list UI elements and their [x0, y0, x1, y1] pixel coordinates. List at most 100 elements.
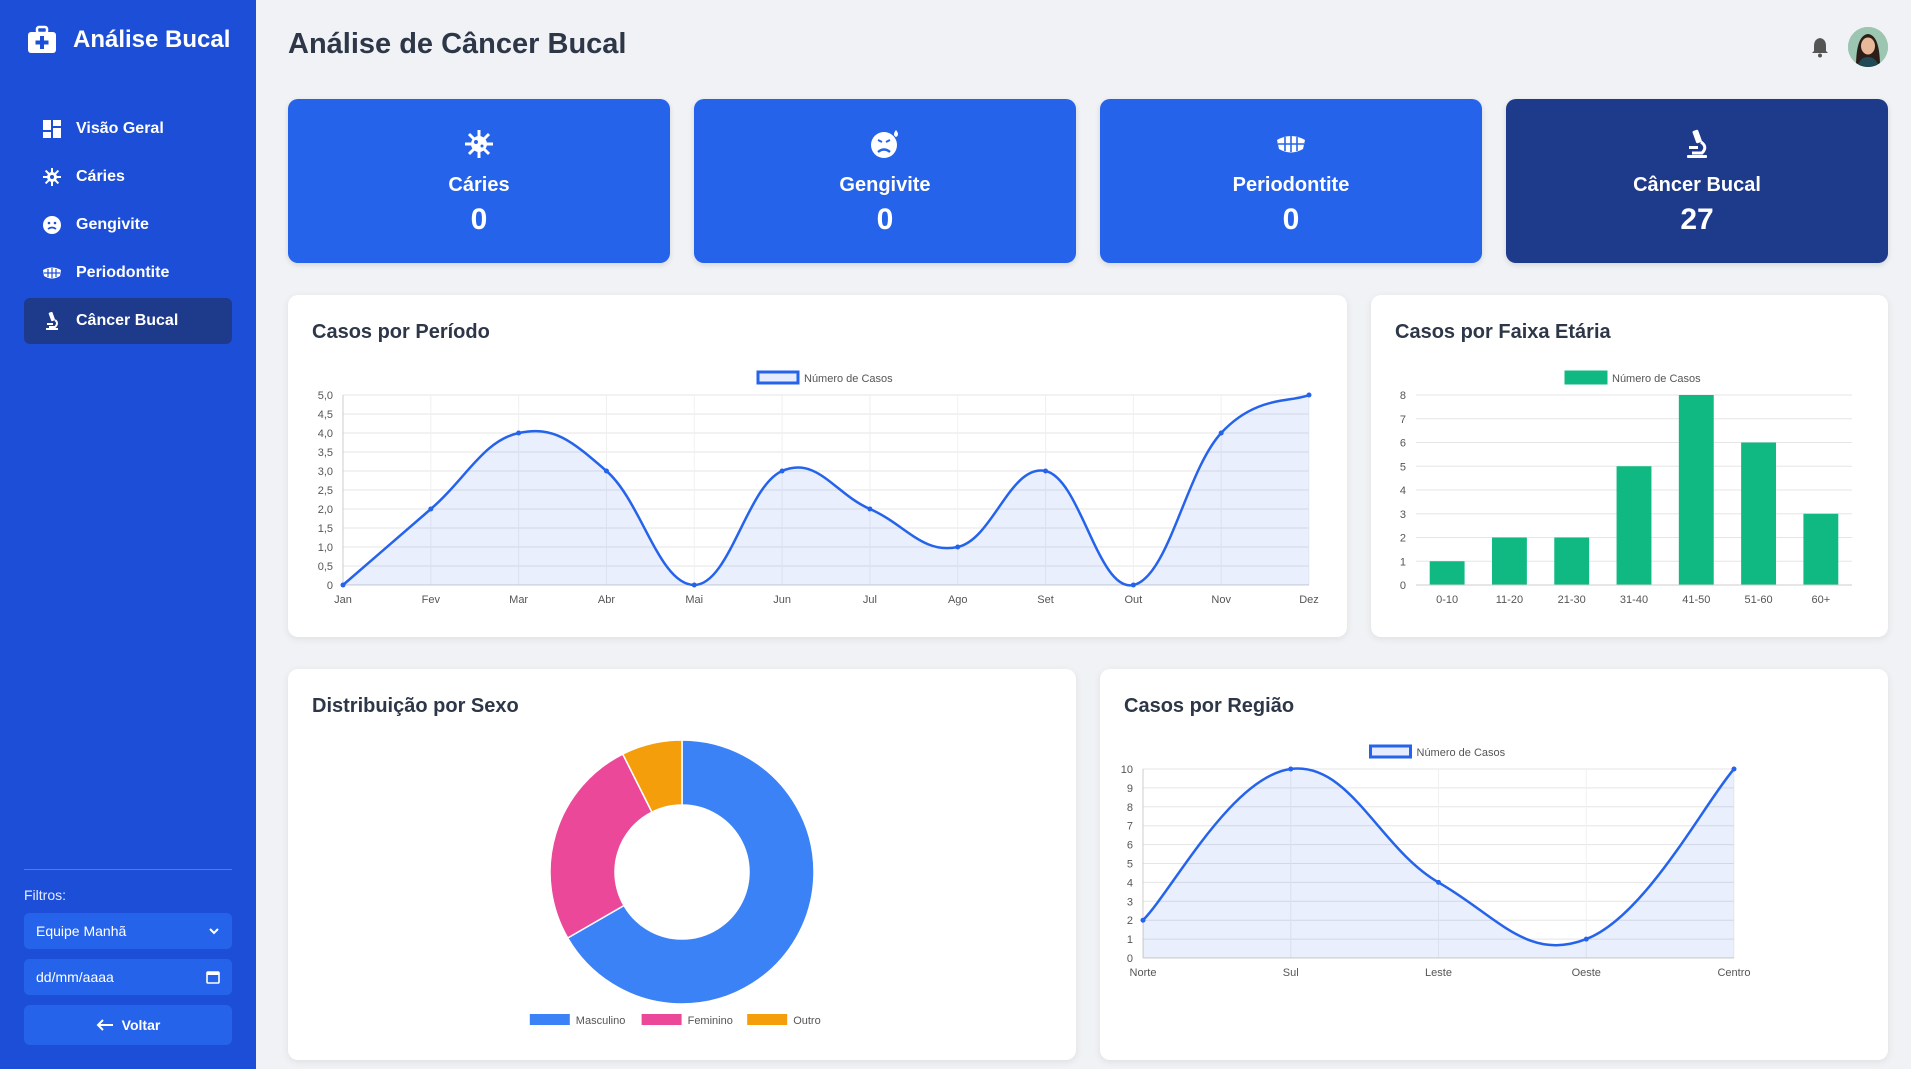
y-tick-label: 6 [1127, 840, 1133, 852]
y-tick-label: 6 [1400, 438, 1406, 450]
bar [1491, 537, 1527, 585]
y-tick-label: 4,0 [318, 428, 333, 440]
arrow-left-icon [96, 1019, 113, 1031]
y-tick-label: 0 [1400, 580, 1406, 592]
sad-face-icon [871, 130, 898, 158]
x-tick-label: Jul [863, 594, 877, 606]
data-point [867, 506, 873, 512]
y-tick-label: 1 [1400, 556, 1406, 568]
x-tick-label: 21-30 [1558, 594, 1586, 606]
brand: Análise Bucal [27, 24, 230, 56]
data-point [428, 506, 434, 512]
data-point [1218, 430, 1224, 436]
x-tick-label: Ago [948, 594, 968, 606]
data-point [1140, 917, 1146, 923]
x-tick-label: Norte [1130, 967, 1157, 979]
legend-label: Masculino [576, 1015, 626, 1027]
stat-label: Periodontite [1232, 174, 1350, 196]
page-title: Análise de Câncer Bucal [288, 28, 627, 60]
stat-card-gengivite[interactable]: Gengivite 0 [694, 99, 1076, 263]
x-tick-label: Leste [1425, 967, 1452, 979]
x-tick-label: Mai [685, 594, 703, 606]
teeth-icon [1277, 136, 1305, 153]
data-point [1288, 766, 1294, 772]
avatar[interactable] [1848, 27, 1888, 67]
x-tick-label: Mar [509, 594, 528, 606]
stat-card-cancer-bucal[interactable]: Câncer Bucal 27 [1506, 99, 1888, 263]
bar [1616, 466, 1652, 585]
sidebar-item-gengivite[interactable]: Gengivite [24, 202, 232, 248]
y-tick-label: 10 [1121, 764, 1133, 776]
sidebar-item-label: Câncer Bucal [76, 312, 179, 329]
data-point [691, 582, 697, 588]
y-tick-label: 5 [1400, 461, 1406, 473]
bell-icon[interactable] [1810, 36, 1830, 58]
y-tick-label: 2 [1127, 915, 1133, 927]
legend-label: Feminino [688, 1015, 733, 1027]
y-tick-label: 4 [1127, 877, 1133, 889]
sidebar-item-periodontite[interactable]: Periodontite [24, 250, 232, 296]
stat-card-periodontite[interactable]: Periodontite 0 [1100, 99, 1482, 263]
stat-card-caries[interactable]: Cáries 0 [288, 99, 670, 263]
chart-panel-regiao: Casos por Região 0 1 2 3 4 5 6 7 8 9 10 Norte Sul Les… [1100, 669, 1888, 1060]
y-tick-label: 0,5 [318, 561, 333, 573]
filters-label: Filtros: [24, 887, 66, 903]
legend-swatch [756, 370, 800, 385]
chart-panel-sexo: Distribuição por Sexo Masculino Feminino O… [288, 669, 1076, 1060]
line-chart-periodo: 0 0,5 1,0 1,5 2,0 2,5 3,0 3,5 4,0 4,5 5,0 Jan Fev Mar… [318, 370, 1319, 606]
medical-kit-icon [28, 25, 56, 53]
bar [1803, 513, 1839, 585]
calendar-icon[interactable] [206, 970, 220, 984]
stat-value: 0 [876, 203, 894, 236]
x-tick-label: Oeste [1572, 967, 1601, 979]
brand-title: Análise Bucal [73, 26, 231, 53]
sidebar-item-label: Visão Geral [76, 120, 164, 137]
sidebar-item-label: Periodontite [76, 264, 170, 281]
y-tick-label: 0 [1127, 953, 1133, 965]
microscope-icon [1687, 129, 1707, 158]
stat-value: 0 [1282, 203, 1300, 236]
sidebar-item-visao-geral[interactable]: Visão Geral [24, 106, 232, 152]
team-select[interactable]: Equipe Manhã [24, 913, 232, 949]
y-tick-label: 0 [327, 580, 333, 592]
x-tick-label: 51-60 [1745, 594, 1773, 606]
y-tick-label: 9 [1127, 783, 1133, 795]
sidebar-item-label: Gengivite [76, 216, 149, 233]
legend-swatch [641, 1014, 682, 1025]
sidebar-item-caries[interactable]: Cáries [24, 154, 232, 200]
y-tick-label: 8 [1127, 802, 1133, 814]
date-input[interactable]: dd/mm/aaaa [24, 959, 232, 995]
y-tick-label: 1 [1127, 934, 1133, 946]
x-tick-label: Dez [1299, 594, 1319, 606]
data-point [603, 468, 609, 474]
chart-panel-periodo: Casos por Período 0 0,5 1,0 1,5 2,0 2,5 3,0 3,5… [288, 295, 1347, 637]
virus-icon [465, 130, 493, 158]
y-tick-label: 5 [1127, 859, 1133, 871]
y-tick-label: 1,5 [318, 523, 333, 535]
y-tick-label: 4 [1400, 485, 1406, 497]
x-tick-label: Jun [773, 594, 791, 606]
data-point [1306, 392, 1312, 398]
legend-label: Número de Casos [1612, 373, 1701, 385]
x-tick-label: 41-50 [1682, 594, 1710, 606]
y-tick-label: 2,0 [318, 504, 333, 516]
data-point [1583, 936, 1589, 942]
bar [1741, 442, 1777, 585]
y-tick-label: 5,0 [318, 390, 333, 402]
sidebar-item-cancer-bucal[interactable]: Câncer Bucal [24, 298, 232, 344]
chart-panel-faixa: Casos por Faixa Etária 0 1 2 3 4 5 6 7 8 0-10 11-2… [1371, 295, 1888, 637]
stat-value: 0 [470, 203, 488, 236]
y-tick-label: 3 [1400, 509, 1406, 521]
data-point [340, 582, 346, 588]
avatar-image [1848, 27, 1888, 67]
data-point [1130, 582, 1136, 588]
x-tick-label: Set [1037, 594, 1054, 606]
chevron-down-icon [209, 928, 219, 935]
data-point [955, 544, 961, 550]
back-button[interactable]: Voltar [24, 1005, 232, 1045]
virus-icon [42, 167, 62, 187]
x-tick-label: Out [1124, 594, 1142, 606]
y-tick-label: 7 [1400, 414, 1406, 426]
sidebar: Análise Bucal Visão Geral Cáries Gengivi… [0, 0, 256, 1069]
data-point [1436, 879, 1441, 885]
